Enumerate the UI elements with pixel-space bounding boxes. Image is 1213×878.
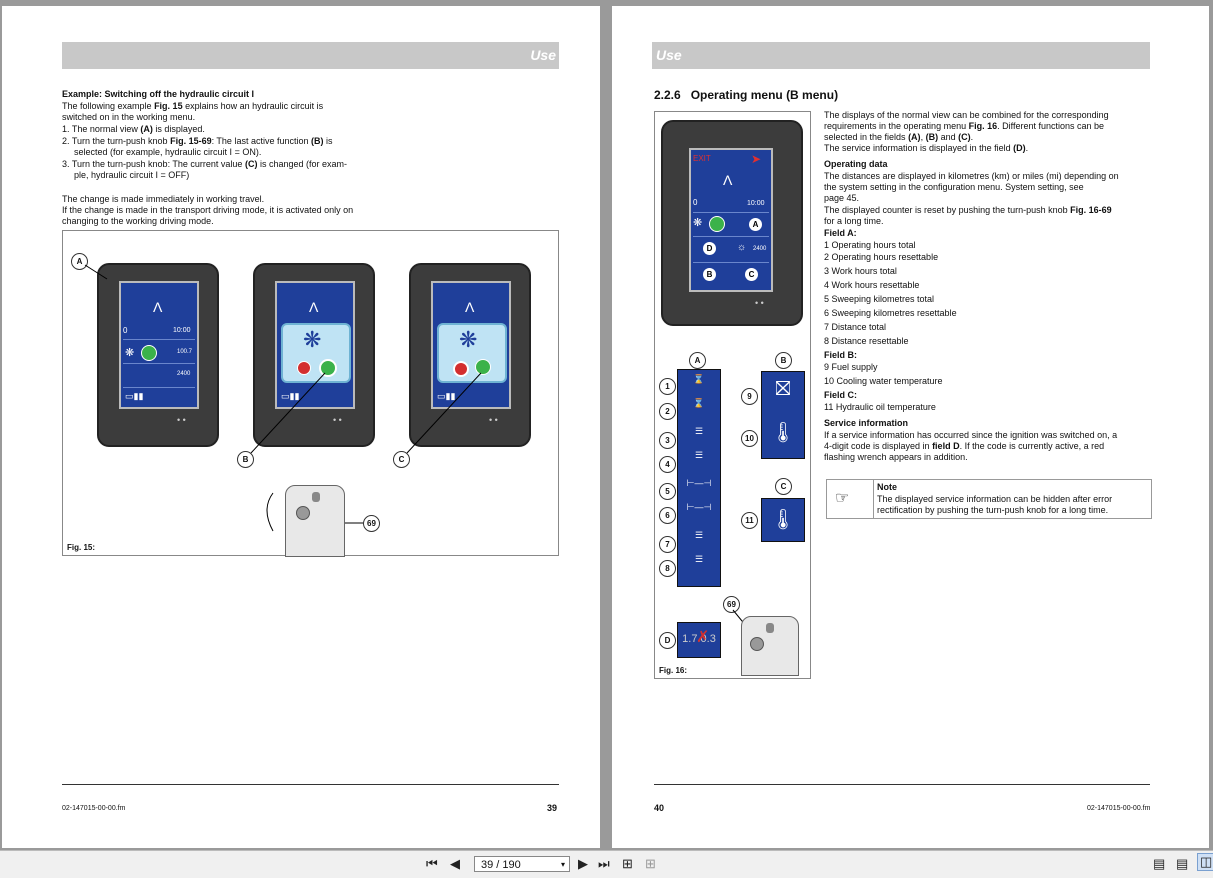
example-title: Example: Switching off the hydraulic cir…: [62, 89, 255, 99]
intro-line: The service information is displayed in …: [824, 143, 1029, 153]
intro-line: selected in the fields (A), (B) and (C).: [824, 132, 974, 142]
paragraph: changing to the working driving mode.: [62, 216, 214, 226]
footer-divider: [654, 784, 1150, 785]
operating-data-heading: Operating data: [824, 159, 888, 169]
first-page-button[interactable]: ⏮: [426, 856, 438, 872]
field-a-item: 6 Sweeping kilometres resettable: [824, 308, 957, 318]
body-text: flashing wrench appears in addition.: [824, 452, 968, 462]
continuous-view-icon[interactable]: ▤: [1176, 856, 1188, 872]
note-title: Note: [877, 482, 897, 492]
intro-line: The displays of the normal view can be c…: [824, 110, 1109, 120]
button-icon: [312, 492, 320, 502]
step-3-cont: ple, hydraulic circuit I = OFF): [74, 170, 190, 180]
field-a-heading: Field A:: [824, 228, 857, 238]
footer-code: 02-147015-00-00.fm: [1087, 805, 1151, 812]
turn-push-knob: [296, 506, 310, 520]
body-text: for a long time.: [824, 216, 884, 226]
step-2: 2. Turn the turn-push knob Fig. 15-69: T…: [62, 136, 333, 146]
field-b-item: 9 Fuel supply: [824, 362, 878, 372]
note-icon-cell: ☞: [827, 480, 874, 518]
figure-16: EXIT ➤ Λ 0 10:00 ❋ A D ☼ 2400 B C • • A: [654, 111, 811, 679]
intro-line: The following example Fig. 15 explains h…: [62, 101, 324, 111]
field-a-item: 4 Work hours resettable: [824, 280, 920, 290]
body-text: If a service information has occurred si…: [824, 430, 1118, 440]
step-3: 3. Turn the turn-push knob: The current …: [62, 159, 347, 169]
field-a-item: 5 Sweeping kilometres total: [824, 294, 935, 304]
single-page-view-icon[interactable]: ▤: [1153, 856, 1165, 872]
field-c-item: 11 Hydraulic oil temperature: [824, 402, 936, 412]
body-text: The displayed counter is reset by pushin…: [824, 205, 1112, 215]
step-2-cont: selected (for example, hydraulic circuit…: [74, 147, 262, 157]
intro-line: switched on in the working menu.: [62, 112, 196, 122]
body-text: page 45.: [824, 193, 860, 203]
figure-label: Fig. 15:: [67, 543, 96, 552]
figure-15: Λ 0 10:00 ❋ 100.7 2400 ▭▮▮ • • Λ ❋ ▭▮▮ •…: [62, 230, 559, 557]
next-page-button[interactable]: ▶: [578, 856, 588, 872]
body-text: The distances are displayed in kilometre…: [824, 171, 1119, 181]
rotate-view-icon[interactable]: ⊞: [622, 856, 633, 872]
paragraph: The change is made immediately in workin…: [62, 194, 265, 204]
button-icon: [766, 623, 774, 633]
section-heading: 2.2.6 Operating menu (B menu): [654, 88, 839, 102]
turn-push-knob: [750, 637, 764, 651]
left-page: Use Example: Switching off the hydraulic…: [2, 6, 600, 848]
page-number: 40: [654, 803, 665, 813]
page-number: 39: [547, 803, 558, 813]
note-text: The displayed service information can be…: [877, 494, 1113, 504]
field-a-item: 1 Operating hours total: [824, 240, 916, 250]
dropdown-arrow-icon[interactable]: ▾: [561, 857, 565, 873]
right-page: Use 2.2.6 Operating menu (B menu) EXIT ➤…: [612, 6, 1209, 848]
note-text: rectification by pushing the turn-push k…: [877, 505, 1109, 515]
turn-push-knob-housing: [285, 485, 345, 557]
field-a-item: 3 Work hours total: [824, 266, 897, 276]
field-a-item: 7 Distance total: [824, 322, 887, 332]
field-a-item: 2 Operating hours resettable: [824, 252, 939, 262]
footer-divider: [62, 784, 559, 785]
page-header-bar: Use: [652, 42, 1150, 69]
turn-push-knob-housing: [741, 616, 799, 676]
service-information-heading: Service information: [824, 418, 909, 428]
figure-label: Fig. 16:: [659, 666, 688, 675]
page-number-input[interactable]: 39 / 190 ▾: [474, 856, 570, 872]
last-page-button[interactable]: ⏭: [598, 856, 610, 872]
header-label: Use: [530, 47, 556, 63]
body-text: 4-digit code is displayed in field D. If…: [824, 441, 1105, 451]
callout-69: 69: [363, 515, 380, 532]
field-b-heading: Field B:: [824, 350, 857, 360]
paragraph: If the change is made in the transport d…: [62, 205, 354, 215]
footer-code: 02-147015-00-00.fm: [62, 805, 126, 812]
page-header-bar: Use: [62, 42, 559, 69]
note-box: ☞ Note The displayed service information…: [826, 479, 1152, 519]
intro-line: requirements in the operating menu Fig. …: [824, 121, 1105, 131]
leader-lines: [732, 609, 752, 633]
body-text: the system setting in the configuration …: [824, 182, 1084, 192]
pointing-hand-icon: ☞: [835, 490, 850, 507]
previous-page-button[interactable]: ◀: [450, 856, 460, 872]
fit-page-icon[interactable]: ⊞: [645, 856, 656, 872]
step-1: 1. The normal view (A) is displayed.: [62, 124, 205, 134]
field-c-heading: Field C:: [824, 390, 857, 400]
header-label: Use: [656, 47, 682, 63]
two-page-view-icon[interactable]: ◫: [1197, 853, 1213, 871]
field-b-item: 10 Cooling water temperature: [824, 376, 943, 386]
field-a-item: 8 Distance resettable: [824, 336, 909, 346]
viewer-toolbar: ⏮ ◀ 39 / 190 ▾ ▶ ⏭ ⊞ ⊞ ▤ ▤ ◫: [0, 850, 1213, 878]
